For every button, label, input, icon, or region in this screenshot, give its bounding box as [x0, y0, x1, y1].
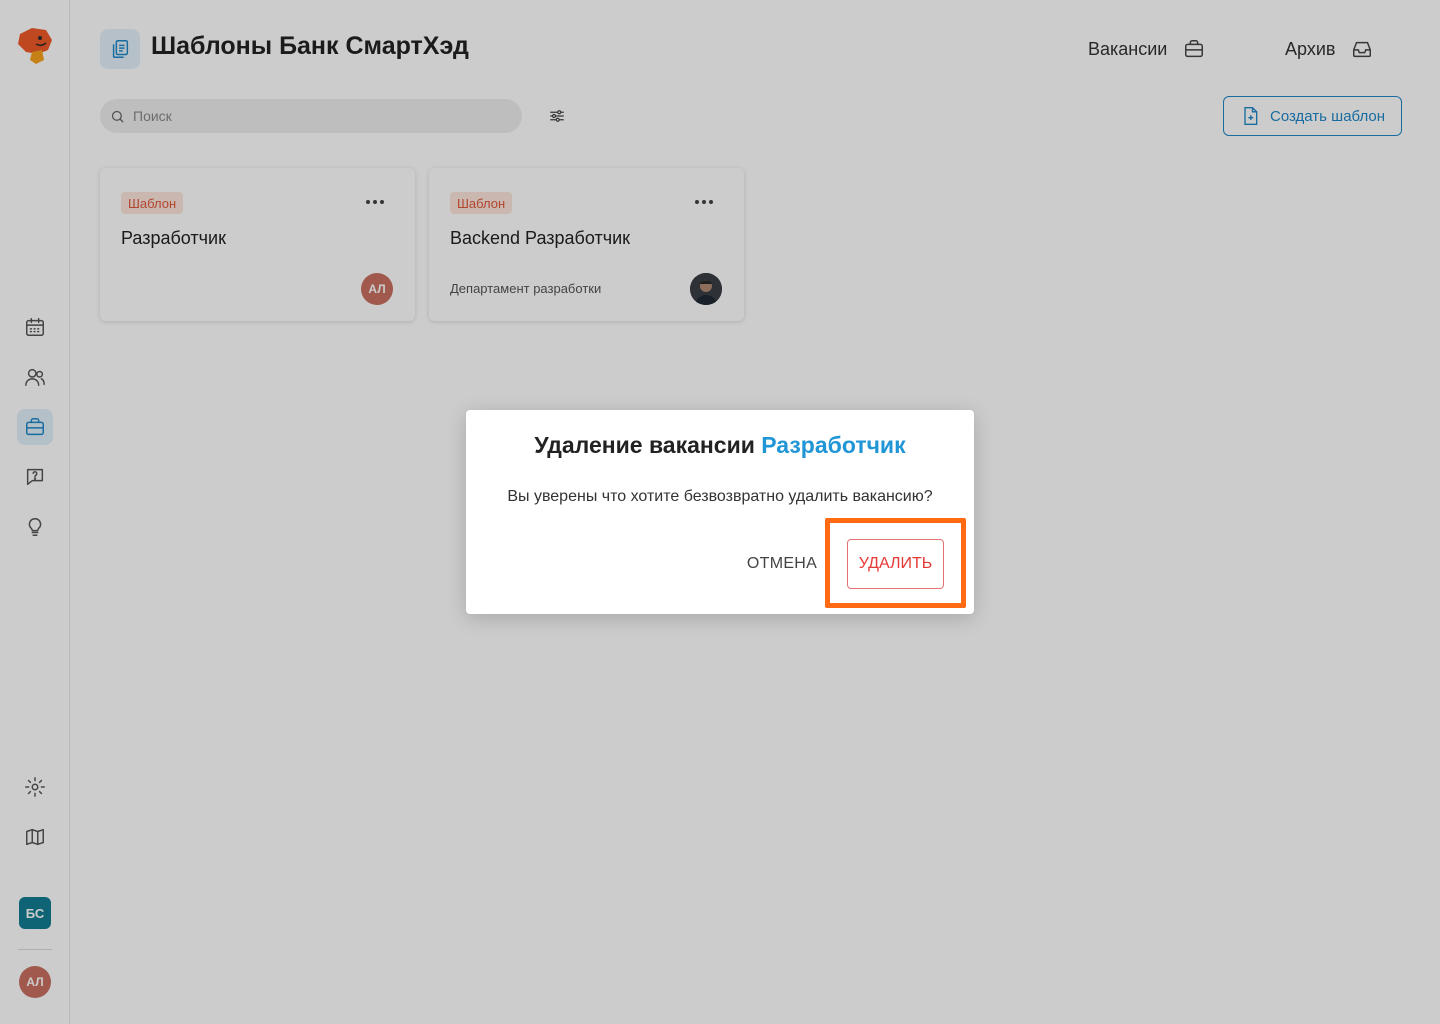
delete-vacancy-dialog: Удаление вакансии Разработчик Вы уверены…: [466, 410, 974, 614]
delete-button[interactable]: УДАЛИТЬ: [847, 539, 944, 589]
cancel-button[interactable]: ОТМЕНА: [742, 550, 822, 578]
dialog-title-prefix: Удаление вакансии: [534, 432, 755, 458]
app: БС АЛ Шаблоны Банк СмартХэд Вакансии Арх…: [0, 0, 1440, 1024]
dialog-title-vacancy-name: Разработчик: [761, 432, 906, 458]
dialog-title: Удаление вакансии Разработчик: [466, 432, 974, 459]
dialog-message: Вы уверены что хотите безвозвратно удали…: [507, 488, 933, 505]
